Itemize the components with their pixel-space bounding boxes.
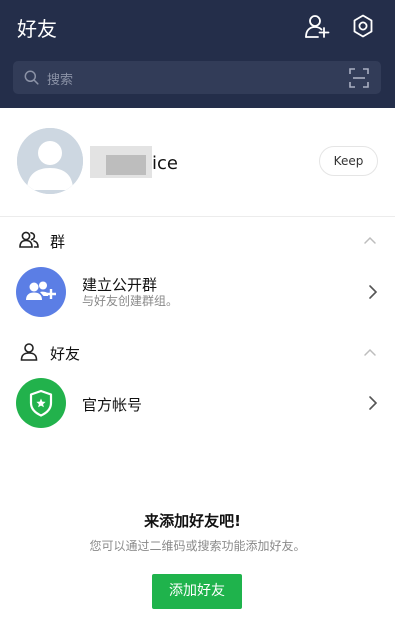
add-friends-button[interactable]: 添加好友 [152, 574, 242, 609]
person-icon [19, 342, 39, 362]
my-profile[interactable]: ice Keep [0, 108, 395, 216]
create-group-subtitle: 与好友创建群组。 [82, 294, 179, 308]
blurred-name [90, 146, 152, 178]
chevron-right-icon [367, 283, 379, 301]
search-placeholder: 搜索 [47, 73, 74, 88]
avatar [17, 128, 83, 194]
friends-section-label: 好友 [50, 345, 81, 363]
empty-state-description: 您可以通过二维码或搜索功能添加好友。 [89, 539, 306, 553]
qr-scan-icon[interactable] [349, 68, 369, 88]
gear-icon[interactable] [350, 13, 376, 39]
official-account-icon [16, 378, 66, 428]
app-header: 好友 搜索 [0, 0, 395, 108]
list-item-create-public-group[interactable]: 建立公开群 与好友创建群组。 [0, 262, 395, 322]
page-title: 好友 [17, 17, 57, 41]
empty-state-title: 来添加好友吧! [144, 512, 241, 530]
group-icon [19, 230, 39, 250]
keep-button[interactable]: Keep [319, 146, 378, 176]
search-icon [24, 70, 39, 85]
add-friend-icon[interactable] [304, 13, 330, 39]
chevron-right-icon [367, 394, 379, 412]
profile-name: ice [152, 153, 178, 174]
friends-section-header[interactable]: 好友 [0, 337, 395, 367]
search-input[interactable]: 搜索 [13, 61, 381, 94]
groups-section-header[interactable]: 群 [0, 225, 395, 255]
chevron-up-icon[interactable] [363, 233, 377, 247]
groups-section-label: 群 [50, 233, 66, 251]
divider [0, 216, 395, 217]
list-item-official-accounts[interactable]: 官方帐号 [0, 373, 395, 433]
chevron-up-icon[interactable] [363, 345, 377, 359]
group-add-icon [16, 267, 66, 317]
official-accounts-title: 官方帐号 [82, 396, 143, 414]
